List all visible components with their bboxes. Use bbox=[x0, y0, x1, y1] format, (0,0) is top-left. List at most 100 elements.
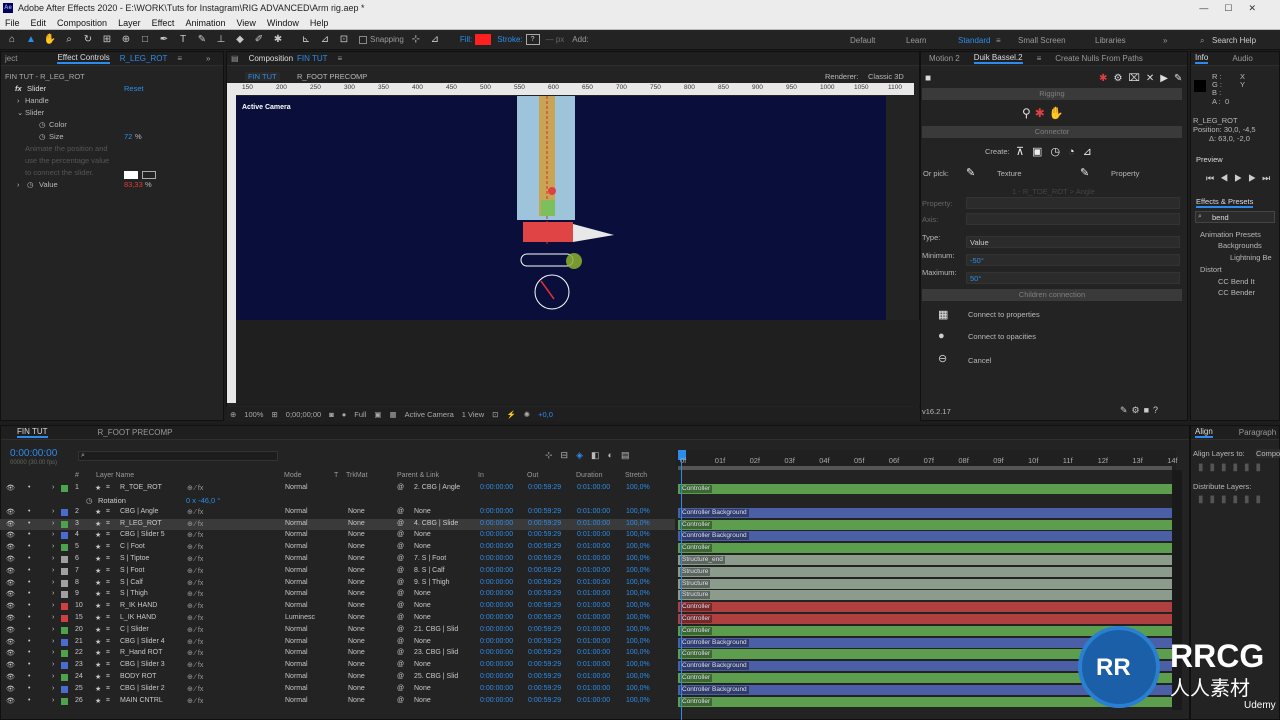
menu-composition[interactable]: Composition bbox=[57, 16, 107, 29]
label-color-swatch[interactable] bbox=[61, 579, 68, 587]
preview-header[interactable]: Preview bbox=[1196, 155, 1223, 164]
align-to-select[interactable]: Compo bbox=[1256, 449, 1280, 458]
tree-cc-bender[interactable]: CC Bender bbox=[1218, 288, 1255, 297]
stretch-value[interactable]: 100,0% bbox=[626, 673, 650, 680]
chevron-right-icon[interactable]: › bbox=[17, 180, 20, 189]
duration[interactable]: 0:01:00:00 bbox=[577, 661, 610, 668]
out-point[interactable]: 0:00:59:29 bbox=[528, 614, 561, 621]
pickwhip-icon[interactable]: @ bbox=[397, 661, 404, 668]
expand-chevron-icon[interactable]: › bbox=[52, 685, 54, 692]
stopwatch-icon[interactable]: ◷ bbox=[86, 496, 93, 505]
eye-icon[interactable]: 👁 bbox=[6, 531, 15, 539]
view-axis-icon[interactable]: ⊡ bbox=[337, 33, 351, 47]
in-point[interactable]: 0:00:00:00 bbox=[480, 508, 513, 515]
in-point[interactable]: 0:00:00:00 bbox=[480, 626, 513, 633]
layer-row[interactable]: 👁 • › 5 ★ ⌗ C | Foot ⊕ ⁄ fx Normal None @ None 0:00:… bbox=[0, 542, 675, 554]
align-buttons[interactable]: ▮▮▮▮▮▮ bbox=[1198, 462, 1267, 473]
home-icon[interactable]: ⌂ bbox=[5, 33, 19, 47]
in-point[interactable]: 0:00:00:00 bbox=[480, 555, 513, 562]
eye-icon[interactable]: 👁 bbox=[6, 673, 15, 681]
in-point[interactable]: 0:00:00:00 bbox=[480, 590, 513, 597]
layer-row[interactable]: 👁 • › 10 ★ ⌗ R_IK HAND ⊕ ⁄ fx Normal None @ None 0:0… bbox=[0, 601, 675, 613]
out-point[interactable]: 0:00:59:29 bbox=[528, 649, 561, 656]
eye-icon[interactable]: 👁 bbox=[6, 697, 15, 705]
out-point[interactable]: 0:00:59:29 bbox=[528, 638, 561, 645]
tree-cc-bend-it[interactable]: CC Bend It bbox=[1218, 277, 1255, 286]
eye-icon[interactable]: 👁 bbox=[6, 614, 15, 622]
search-help-input[interactable]: Search Help bbox=[1212, 36, 1256, 45]
in-point[interactable]: 0:00:00:00 bbox=[480, 614, 513, 621]
in-point[interactable]: 0:00:00:00 bbox=[480, 567, 513, 574]
chevron-right-icon[interactable]: › bbox=[17, 96, 20, 105]
duration[interactable]: 0:01:00:00 bbox=[577, 508, 610, 515]
minimum-input[interactable]: -50° bbox=[966, 254, 1180, 266]
current-time[interactable]: 0;00;00;00 bbox=[286, 410, 321, 419]
layer-row[interactable]: 👁 • › 24 ★ ⌗ BODY ROT ⊕ ⁄ fx Normal None @25. CBG … bbox=[0, 672, 675, 684]
expand-chevron-icon[interactable]: › bbox=[52, 638, 54, 645]
duration[interactable]: 0:01:00:00 bbox=[577, 567, 610, 574]
layer-duration-bar[interactable]: Controller Background bbox=[678, 531, 1172, 542]
connect-to-opacities-button[interactable]: Connect to opacities bbox=[968, 332, 1036, 341]
layer-switches[interactable]: ⊕ ⁄ fx bbox=[187, 697, 203, 705]
layer-duration-bar[interactable]: Controller Background bbox=[678, 507, 1172, 518]
tab-project[interactable]: ject bbox=[5, 54, 17, 63]
label-color-swatch[interactable] bbox=[61, 638, 68, 646]
tab-r-foot-precomp[interactable]: R_FOOT PRECOMP bbox=[98, 428, 173, 437]
duration[interactable]: 0:01:00:00 bbox=[577, 590, 610, 597]
label-color-swatch[interactable] bbox=[61, 532, 68, 540]
children-connection-button[interactable]: Children connection bbox=[922, 289, 1182, 301]
tab-duik-bassel[interactable]: Duik Bassel.2 bbox=[973, 53, 1023, 64]
solo-dot-icon[interactable]: • bbox=[28, 543, 30, 550]
pickwhip-icon[interactable]: @ bbox=[397, 555, 404, 562]
label-color-swatch[interactable] bbox=[61, 603, 68, 611]
pan-behind-tool-icon[interactable]: ⊕ bbox=[119, 33, 133, 47]
layer-row[interactable]: 👁 • › 6 ★ ⌗ S | Tiptoe ⊕ ⁄ fx Normal None @7. S | … bbox=[0, 554, 675, 566]
trkmat-select[interactable]: None bbox=[348, 638, 365, 645]
duration[interactable]: 0:01:00:00 bbox=[577, 602, 610, 609]
layer-name[interactable]: L_IK HAND bbox=[120, 614, 156, 621]
zoom-value[interactable]: 100% bbox=[244, 410, 263, 419]
work-area-bar[interactable] bbox=[678, 466, 1172, 470]
workspace-standard[interactable]: Standard bbox=[958, 36, 990, 45]
out-point[interactable]: 0:00:59:29 bbox=[528, 602, 561, 609]
stretch-value[interactable]: 100,0% bbox=[626, 579, 650, 586]
tab-paragraph[interactable]: Paragraph bbox=[1239, 428, 1276, 437]
duration[interactable]: 0:01:00:00 bbox=[577, 685, 610, 692]
eraser-tool-icon[interactable]: ◆ bbox=[233, 33, 247, 47]
cancel-button[interactable]: Cancel bbox=[968, 356, 991, 365]
panel-overflow-icon[interactable]: » bbox=[206, 54, 210, 63]
out-point[interactable]: 0:00:59:29 bbox=[528, 626, 561, 633]
panel-menu-icon[interactable]: ≡ bbox=[338, 54, 343, 63]
layer-name[interactable]: CBG | Slider 2 bbox=[120, 685, 165, 692]
layer-row[interactable]: 👁 • › 26 ★ ⌗ MAIN CNTRL ⊕ ⁄ fx Normal None @ None 0:… bbox=[0, 696, 675, 708]
pickwhip-icon[interactable]: @ bbox=[397, 484, 404, 491]
pickwhip-icon[interactable]: @ bbox=[397, 531, 404, 538]
label-color-swatch[interactable] bbox=[61, 520, 68, 528]
label-color-swatch[interactable] bbox=[61, 615, 68, 622]
expand-chevron-icon[interactable]: › bbox=[52, 661, 54, 668]
in-point[interactable]: 0:00:00:00 bbox=[480, 685, 513, 692]
layer-duration-bar[interactable]: Controller bbox=[678, 519, 1172, 530]
region-icon[interactable]: ▣ bbox=[374, 410, 381, 419]
menu-file[interactable]: File bbox=[5, 16, 20, 29]
stretch-value[interactable]: 100,0% bbox=[626, 602, 650, 609]
pickwhip-icon[interactable]: @ bbox=[397, 685, 404, 692]
layer-name[interactable]: S | Thigh bbox=[120, 590, 148, 597]
out-point[interactable]: 0:00:59:29 bbox=[528, 579, 561, 586]
solo-dot-icon[interactable]: • bbox=[28, 590, 30, 597]
pickwhip-icon[interactable]: @ bbox=[397, 590, 404, 597]
in-point[interactable]: 0:00:00:00 bbox=[480, 673, 513, 680]
layer-switches[interactable]: ⊕ ⁄ fx bbox=[187, 626, 203, 634]
clone-stamp-tool-icon[interactable]: ⊥ bbox=[214, 33, 228, 47]
rotation-property[interactable]: Rotation bbox=[98, 496, 126, 505]
solo-dot-icon[interactable]: • bbox=[28, 649, 30, 656]
resolution-select[interactable]: Full bbox=[354, 410, 366, 419]
value-number[interactable]: 83,33 bbox=[124, 180, 143, 189]
duration[interactable]: 0:01:00:00 bbox=[577, 614, 610, 621]
parent-select[interactable]: None bbox=[414, 590, 431, 597]
layer-row[interactable]: 👁 • › 8 ★ ⌗ S | Calf ⊕ ⁄ fx Normal None @9. S | Th… bbox=[0, 578, 675, 590]
toggle-pixel-icon[interactable]: ⊡ bbox=[492, 410, 498, 419]
stopwatch-icon[interactable]: ◷ bbox=[27, 180, 34, 189]
in-point[interactable]: 0:00:00:00 bbox=[480, 520, 513, 527]
subtab-fin-tut[interactable]: FIN TUT bbox=[245, 72, 280, 81]
